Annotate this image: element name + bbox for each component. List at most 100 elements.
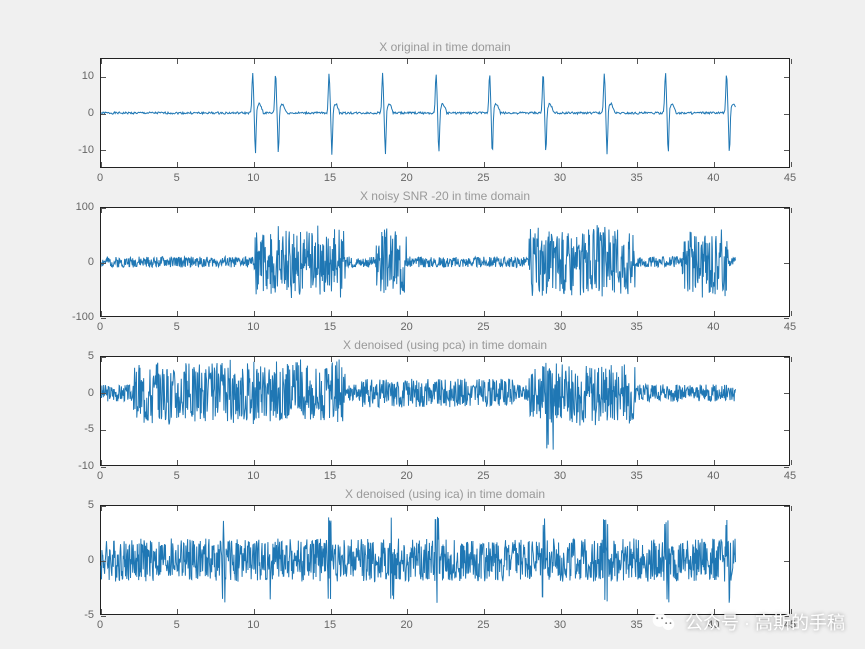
x-tick-mark <box>177 357 178 362</box>
y-tick-label: 0 <box>88 256 94 268</box>
x-tick-mark <box>331 162 332 167</box>
x-tick-mark <box>484 162 485 167</box>
chart-title: X original in time domain <box>100 40 790 54</box>
y-tick-mark <box>784 506 789 507</box>
x-tick-mark <box>177 59 178 64</box>
y-tick-mark <box>101 506 106 507</box>
x-tick-label: 30 <box>554 172 566 184</box>
x-tick-label: 40 <box>707 321 719 333</box>
y-tick-mark <box>101 430 106 431</box>
x-tick-mark <box>254 311 255 316</box>
x-tick-mark <box>101 609 102 614</box>
x-tick-mark <box>791 208 792 213</box>
x-tick-mark <box>407 460 408 465</box>
x-tick-mark <box>714 357 715 362</box>
plot-area-original <box>100 58 790 168</box>
x-tick-mark <box>407 506 408 511</box>
x-tick-label: 0 <box>97 470 103 482</box>
x-tick-mark <box>637 357 638 362</box>
y-tick-label: 0 <box>88 554 94 566</box>
y-tick-mark <box>784 263 789 264</box>
x-tick-mark <box>484 311 485 316</box>
x-tick-mark <box>331 460 332 465</box>
x-tick-mark <box>407 609 408 614</box>
x-tick-label: 20 <box>401 172 413 184</box>
x-tick-label: 10 <box>247 470 259 482</box>
x-tick-label: 15 <box>324 619 336 631</box>
x-tick-mark <box>254 609 255 614</box>
x-tick-mark <box>254 357 255 362</box>
x-tick-mark <box>791 162 792 167</box>
y-tick-mark <box>784 430 789 431</box>
x-tick-label: 30 <box>554 470 566 482</box>
y-tick-mark <box>101 150 106 151</box>
y-tick-mark <box>101 114 106 115</box>
x-tick-mark <box>101 311 102 316</box>
x-tick-label: 45 <box>784 619 796 631</box>
x-tick-mark <box>254 59 255 64</box>
x-tick-mark <box>407 208 408 213</box>
x-tick-label: 0 <box>97 172 103 184</box>
x-tick-label: 10 <box>247 619 259 631</box>
x-tick-mark <box>254 208 255 213</box>
x-tick-mark <box>484 59 485 64</box>
x-tick-mark <box>791 506 792 511</box>
x-tick-mark <box>714 162 715 167</box>
x-tick-label: 20 <box>401 619 413 631</box>
plot-area-noisy <box>100 207 790 317</box>
y-tick-mark <box>101 357 106 358</box>
x-tick-mark <box>637 609 638 614</box>
signal-line-ica <box>101 506 789 614</box>
x-tick-mark <box>484 460 485 465</box>
x-tick-mark <box>177 460 178 465</box>
subplot-pca: X denoised (using pca) in time domain 05… <box>100 356 790 466</box>
x-tick-mark <box>714 59 715 64</box>
x-tick-label: 20 <box>401 321 413 333</box>
y-tick-mark <box>784 561 789 562</box>
x-tick-mark <box>561 59 562 64</box>
x-tick-mark <box>407 59 408 64</box>
plot-area-pca <box>100 356 790 466</box>
x-tick-mark <box>177 506 178 511</box>
y-tick-label: 0 <box>88 107 94 119</box>
y-tick-mark <box>784 467 789 468</box>
x-tick-label: 0 <box>97 619 103 631</box>
signal-line-noisy <box>101 208 789 316</box>
x-tick-mark <box>407 162 408 167</box>
x-tick-mark <box>484 506 485 511</box>
x-tick-label: 25 <box>477 619 489 631</box>
y-tick-label: 5 <box>88 499 94 511</box>
x-tick-mark <box>791 609 792 614</box>
x-tick-mark <box>331 609 332 614</box>
chart-title: X noisy SNR -20 in time domain <box>100 189 790 203</box>
x-tick-mark <box>637 506 638 511</box>
x-tick-mark <box>714 208 715 213</box>
x-tick-mark <box>101 208 102 213</box>
y-tick-label: -5 <box>84 609 94 621</box>
plot-area-ica <box>100 505 790 615</box>
subplot-noisy: X noisy SNR -20 in time domain 051015202… <box>100 207 790 317</box>
x-tick-label: 25 <box>477 172 489 184</box>
x-tick-mark <box>791 460 792 465</box>
chart-title: X denoised (using ica) in time domain <box>100 487 790 501</box>
x-tick-label: 40 <box>707 172 719 184</box>
x-tick-mark <box>331 59 332 64</box>
y-tick-mark <box>101 561 106 562</box>
x-tick-label: 40 <box>707 619 719 631</box>
x-tick-mark <box>637 208 638 213</box>
x-tick-label: 45 <box>784 321 796 333</box>
x-tick-mark <box>101 162 102 167</box>
x-tick-label: 20 <box>401 470 413 482</box>
y-tick-mark <box>101 77 106 78</box>
x-tick-label: 15 <box>324 470 336 482</box>
x-tick-mark <box>407 311 408 316</box>
x-tick-mark <box>561 208 562 213</box>
y-tick-mark <box>101 467 106 468</box>
y-tick-mark <box>784 208 789 209</box>
x-tick-mark <box>177 609 178 614</box>
x-tick-label: 35 <box>631 470 643 482</box>
x-tick-mark <box>791 357 792 362</box>
x-tick-mark <box>331 208 332 213</box>
x-tick-mark <box>331 311 332 316</box>
signal-line-original <box>101 59 789 167</box>
